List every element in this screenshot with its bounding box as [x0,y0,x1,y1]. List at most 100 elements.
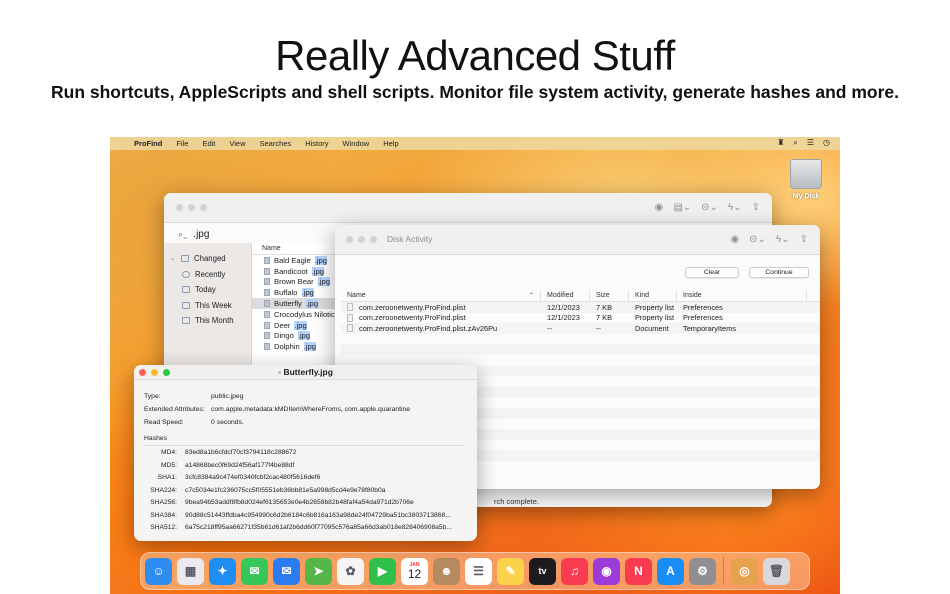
table-row[interactable]: com.zeroonetwenty.ProFind.plist 12/1/202… [341,302,820,313]
table-row[interactable]: com.zeroonetwenty.ProFind.plist 12/1/202… [341,313,820,324]
sidebar-item-today[interactable]: Today [164,282,251,298]
zoom-button[interactable] [200,204,207,211]
close-button[interactable] [346,236,353,243]
photos-icon[interactable]: ✿ [337,557,364,585]
table-row[interactable]: com.zeroonetwenty.ProFind.plist.zAv26Pu … [341,323,820,334]
news-icon[interactable]: N [625,557,652,585]
list-item[interactable]: Dolphin .jpg [252,341,342,352]
image-file-icon [264,321,270,329]
hash-row-sha224: SHA224: c7c5034e1fc236075cc5f05551eb36bb8… [150,486,386,494]
profind-icon[interactable]: ◎ [731,557,758,585]
facetime-icon[interactable]: ▶ [369,557,396,585]
column-header-inside[interactable]: Inside [677,290,807,301]
table-row-empty [341,355,820,366]
scripts-icon[interactable]: ϟ⌄ [776,234,790,245]
sidebar-group-changed[interactable]: ⌄ Changed [164,251,251,267]
minimize-button[interactable] [188,204,195,211]
search-icon[interactable]: ⌕ [793,138,797,148]
clear-button[interactable]: Clear [685,267,739,278]
calendar-icon [182,317,190,325]
extended-attributes-value: com.apple.metadata:kMDItemWhereFroms, co… [211,406,411,413]
table-row-empty [341,334,820,345]
eye-icon[interactable]: ◉ [730,234,739,245]
cell-modified: 12/1/2023 [547,302,580,312]
menu-file[interactable]: File [176,139,188,148]
menu-window[interactable]: Window [343,139,370,148]
list-item[interactable]: Dingo .jpg [252,331,342,342]
desktop-drive[interactable]: My Disk [786,159,826,200]
sidebar-item-label: This Week [195,300,232,310]
column-header-size[interactable]: Size [590,290,629,301]
column-header-name[interactable]: Name [252,243,342,255]
chevron-down-icon: ⌄ [170,256,176,263]
hash-row-sha512: SHA512: 6a75c218ff95aa66271f35b61d61af2b6… [150,524,452,531]
document-icon [347,324,353,333]
zoom-button[interactable] [370,236,377,243]
finder-icon[interactable]: ☺ [145,557,172,585]
menu-history[interactable]: History [305,139,328,148]
search-bar[interactable]: ⌕⌄ .jpg [178,226,209,242]
list-item[interactable]: Buffalo .jpg [252,287,342,298]
share-icon[interactable]: ⇪ [752,202,760,213]
settings-icon[interactable]: ⚙ [689,557,716,585]
action-icon[interactable]: ⊝⌄ [701,202,718,213]
image-file-icon [264,332,270,340]
divider [144,445,464,446]
share-icon[interactable]: ⇪ [800,234,808,245]
podcasts-icon[interactable]: ◉ [593,557,620,585]
column-header-name[interactable]: Name ⌃ [341,290,541,301]
window-title: ▪ Butterfly.jpg [278,367,333,377]
list-item[interactable]: Brown Bear .jpg [252,277,342,288]
menu-app-name[interactable]: ProFind [134,139,162,148]
continue-button[interactable]: Continue [749,267,809,278]
file-ext-highlight: .jpg [317,277,330,287]
sidebar-item-this-week[interactable]: This Week [164,298,251,314]
table-row-empty [341,344,820,355]
list-item[interactable]: Crocodylus Nilotic [252,309,342,320]
notes-icon[interactable]: ✎ [497,557,524,585]
sidebar-item-recently[interactable]: Recently [164,267,251,283]
read-speed-label: Read Speed: [144,419,184,426]
safari-icon[interactable]: ✦ [209,557,236,585]
menu-help[interactable]: Help [383,139,398,148]
menu-searches[interactable]: Searches [260,139,292,148]
hash-row-sha256: SHA256: 9bea94b53addf8fb8d024ef6135653e0e… [150,499,414,506]
mail-icon[interactable]: ✉ [273,557,300,585]
columns-icon[interactable]: ▤⌄ [673,202,691,213]
launchpad-icon[interactable]: ▦ [177,557,204,585]
menu-view[interactable]: View [229,139,245,148]
contacts-icon[interactable]: ☻ [433,557,460,585]
action-icon[interactable]: ⊝⌄ [749,234,766,245]
clock-icon[interactable]: ◷ [823,138,830,148]
hero-title: Really Advanced Stuff [275,32,675,79]
column-header-modified[interactable]: Modified [541,290,590,301]
list-item[interactable]: Deer .jpg [252,320,342,331]
column-header-kind[interactable]: Kind [629,290,677,301]
sidebar-item-this-month[interactable]: This Month [164,313,251,329]
binoculars-icon[interactable]: ♜ [777,138,784,148]
search-query[interactable]: .jpg [193,229,209,240]
calendar-icon[interactable]: JAN 12 [401,557,428,585]
maps-icon[interactable]: ➤ [305,557,332,585]
control-center-icon[interactable]: ☰ [807,138,814,148]
trash-icon[interactable]: 🗑 [763,557,790,585]
extended-attributes-label: Extended Attributes: [144,406,205,413]
close-button[interactable] [176,204,183,211]
appstore-icon[interactable]: A [657,557,684,585]
file-ext-highlight: .jpg [303,342,317,352]
appletv-icon[interactable]: tv [529,557,556,585]
music-icon[interactable]: ♫ [561,557,588,585]
reminders-icon[interactable]: ☰ [465,557,492,585]
minimize-button[interactable] [358,236,365,243]
hash-row-sha384: SHA384: 90d88c51443ffdba4c954990c6d2b6184… [150,511,451,519]
list-item[interactable]: Bandicoot .jpg [252,266,342,277]
list-item-selected[interactable]: Butterfly .jpg [252,298,342,309]
messages-icon[interactable]: ✉ [241,557,268,585]
menu-edit[interactable]: Edit [202,139,215,148]
list-item[interactable]: Bald Eagle .jpg [252,255,342,266]
scripts-icon[interactable]: ϟ⌄ [728,202,742,213]
sidebar-group-label: Changed [194,254,226,264]
file-name: Crocodylus Nilotic [274,309,335,319]
eye-icon[interactable]: ◉ [655,202,664,213]
search-icon: ⌕⌄ [178,228,188,239]
